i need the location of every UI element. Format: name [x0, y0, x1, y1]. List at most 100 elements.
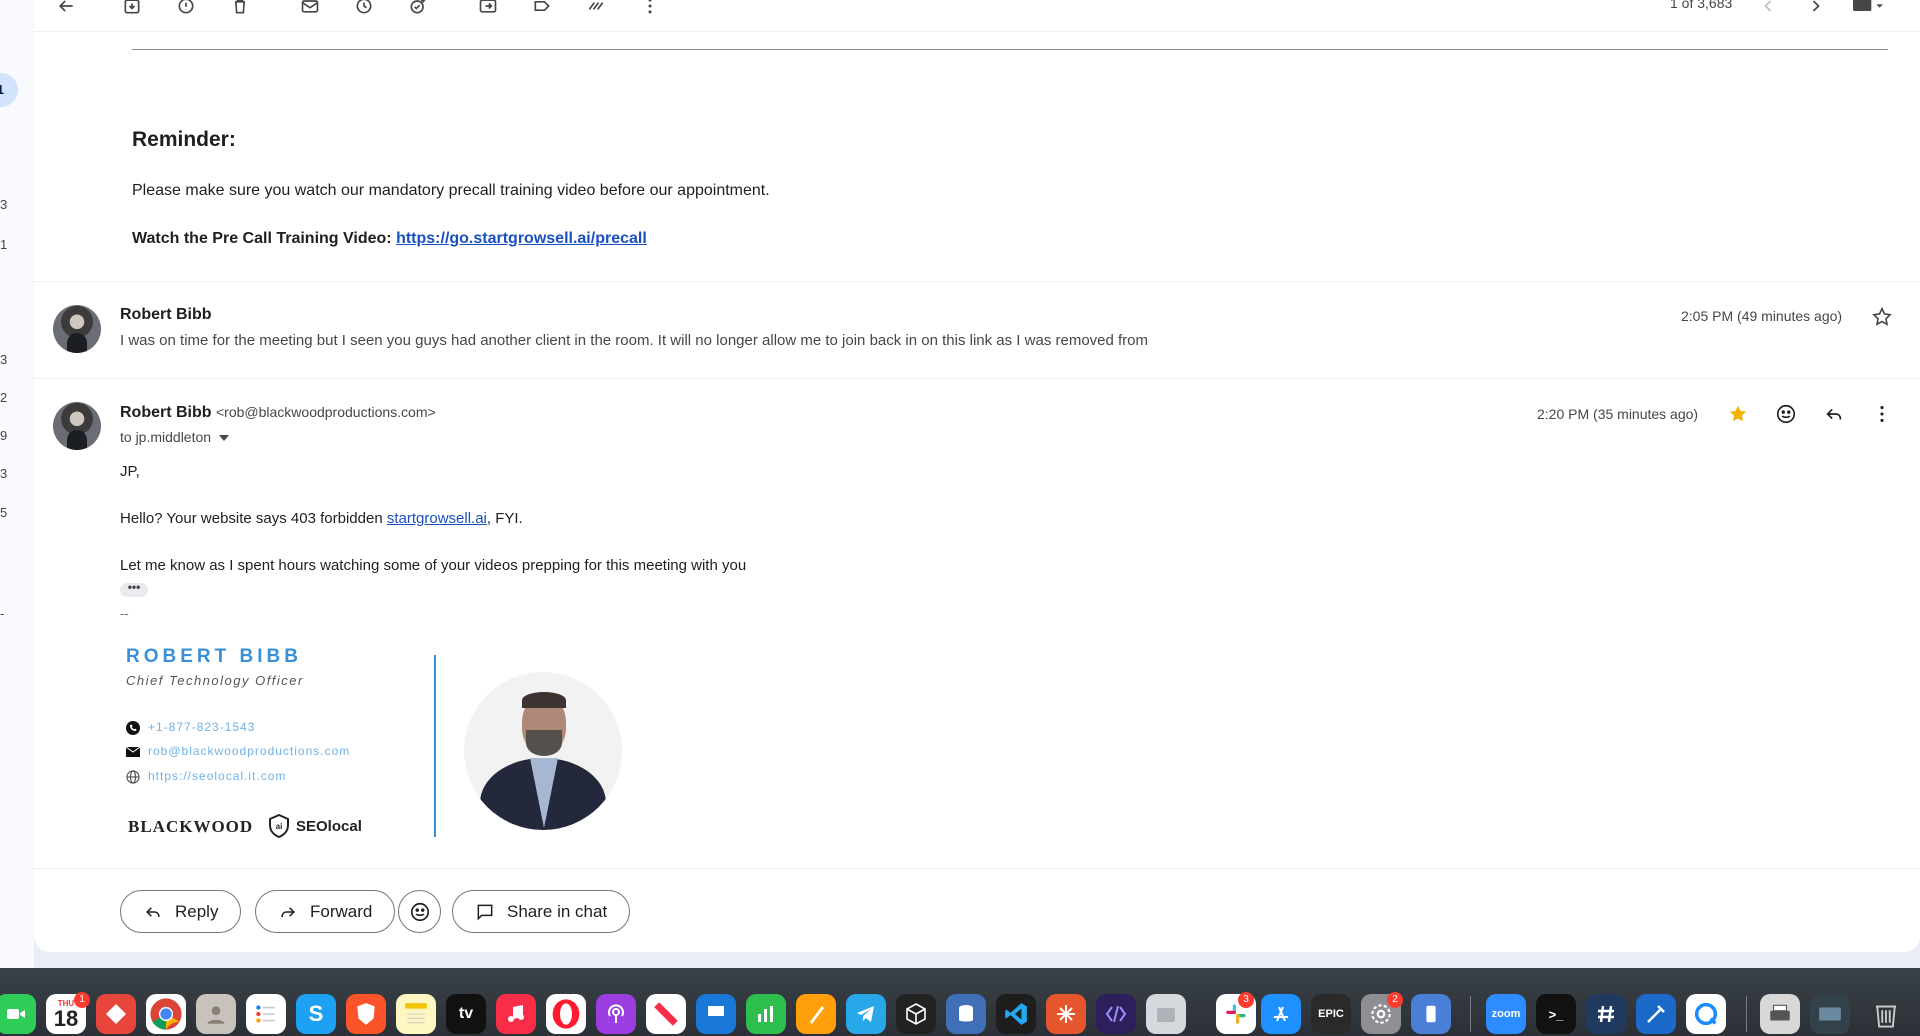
website-link[interactable]: startgrowsell.ai: [387, 510, 487, 527]
terminal-icon[interactable]: >_: [1536, 994, 1576, 1034]
more-vert-icon[interactable]: [638, 0, 662, 18]
body-line: Hello? Your website says 403 forbidden s…: [120, 510, 523, 527]
facetime-icon[interactable]: [0, 994, 36, 1034]
add-task-icon[interactable]: [406, 0, 430, 18]
chevron-right-icon[interactable]: [1804, 0, 1828, 18]
star-icon[interactable]: [1869, 304, 1895, 330]
numbers-icon[interactable]: [746, 994, 786, 1034]
quoted-divider: [132, 49, 1888, 50]
brave-icon[interactable]: [346, 994, 386, 1034]
mark-unread-icon[interactable]: [298, 0, 322, 18]
filter-icon[interactable]: [584, 0, 608, 18]
slack-badge: 3: [1238, 992, 1254, 1008]
sidebar-count: -: [0, 606, 5, 621]
more-vert-icon[interactable]: [1869, 401, 1895, 427]
sender-header[interactable]: Robert Bibb <rob@blackwoodproductions.co…: [120, 404, 436, 422]
chevron-down-icon[interactable]: [219, 435, 230, 442]
keyboard-icon[interactable]: [1848, 0, 1888, 18]
sender-name: Robert Bibb: [120, 404, 212, 421]
message-snippet[interactable]: I was on time for the meeting but I seen…: [120, 332, 1148, 349]
xcode-icon[interactable]: [1636, 994, 1676, 1034]
keynote-icon[interactable]: [696, 994, 736, 1034]
sidebar-count: 2: [0, 390, 8, 405]
chrome-icon[interactable]: [146, 994, 186, 1034]
snooze-icon[interactable]: [352, 0, 376, 18]
desktop-preview-icon[interactable]: [1810, 994, 1850, 1034]
signature-role: Chief Technology Officer: [126, 673, 304, 688]
chat-icon: [477, 904, 493, 920]
database-app-icon[interactable]: [946, 994, 986, 1034]
body-text: , FYI.: [486, 510, 523, 527]
apple-tv-icon[interactable]: tv: [446, 994, 486, 1034]
pages-icon[interactable]: [796, 994, 836, 1034]
emoji-icon: [410, 902, 429, 921]
notes-icon[interactable]: [396, 994, 436, 1034]
claude-icon[interactable]: [1046, 994, 1086, 1034]
star-filled-icon[interactable]: [1725, 401, 1751, 427]
emoji-button[interactable]: [398, 890, 441, 933]
app-store-icon[interactable]: [1261, 994, 1301, 1034]
reply-label: Reply: [175, 901, 219, 921]
code-editor-icon[interactable]: [1096, 994, 1136, 1034]
trash-icon[interactable]: [1866, 994, 1906, 1034]
seolocal-mark: ai: [276, 822, 283, 831]
settings-badge: 2: [1387, 992, 1403, 1008]
opera-icon[interactable]: [546, 994, 586, 1034]
printer-icon[interactable]: [1760, 994, 1800, 1034]
seolocal-logo-text: SEOlocal: [296, 817, 362, 835]
git-app-icon[interactable]: [96, 994, 136, 1034]
epic-games-label: EPIC: [1318, 1008, 1344, 1020]
message-divider: [34, 868, 1920, 869]
delete-icon[interactable]: [228, 0, 252, 18]
report-spam-icon[interactable]: [174, 0, 198, 18]
reply-button[interactable]: Reply: [120, 890, 242, 933]
epic-games-icon[interactable]: EPIC: [1311, 994, 1351, 1034]
shield-icon: ai: [269, 814, 289, 838]
chevron-left-icon[interactable]: [1756, 0, 1780, 18]
podcasts-icon[interactable]: [596, 994, 636, 1034]
avatar[interactable]: [53, 402, 101, 450]
folder-app-icon[interactable]: [1146, 994, 1186, 1034]
sidebar-count: 3: [0, 466, 8, 481]
reply-icon[interactable]: [1821, 401, 1847, 427]
recipient-line[interactable]: to jp.middleton: [120, 429, 230, 445]
telegram-icon[interactable]: [846, 994, 886, 1034]
contacts-icon[interactable]: [196, 994, 236, 1034]
simulator-icon[interactable]: [1411, 994, 1451, 1034]
forward-icon: [281, 906, 295, 917]
back-arrow-icon[interactable]: [54, 0, 78, 18]
forward-button[interactable]: Forward: [255, 890, 396, 933]
calendar-badge: 1: [74, 992, 90, 1008]
vscode-icon[interactable]: [996, 994, 1036, 1034]
archive-icon[interactable]: [120, 0, 144, 18]
signature-photo: [464, 672, 622, 830]
cube-app-icon[interactable]: [896, 994, 936, 1034]
calendar-date: 18: [53, 1005, 79, 1031]
sender-name[interactable]: Robert Bibb: [120, 306, 212, 324]
signature-email-text: rob@blackwoodproductions.com: [148, 744, 351, 758]
sidebar-count: 5: [0, 505, 8, 520]
avatar[interactable]: [53, 305, 101, 353]
label-icon[interactable]: [530, 0, 554, 18]
pager-count: 1 of 3,683: [1670, 0, 1733, 11]
signature-phone-text: +1-877-823-1543: [148, 720, 256, 734]
message-toolbar: 1 of 3,683: [34, 0, 1920, 32]
music-icon[interactable]: [496, 994, 536, 1034]
skype-icon[interactable]: S: [296, 994, 336, 1034]
emoji-react-icon[interactable]: [1773, 401, 1799, 427]
signature-website-text: https://seolocal.it.com: [148, 769, 287, 783]
left-sidebar: 1 3 1 3 2 9 3 5 -: [0, 0, 34, 968]
dock-separator: [1746, 996, 1747, 1032]
show-trimmed-content-button[interactable]: •••: [120, 581, 148, 597]
hashtag-app-icon[interactable]: [1586, 994, 1626, 1034]
zoom-icon[interactable]: zoom: [1486, 994, 1526, 1034]
sidebar-count: 3: [0, 197, 8, 212]
reminders-icon[interactable]: [246, 994, 286, 1034]
move-to-icon[interactable]: [476, 0, 500, 18]
quicktime-icon[interactable]: [1686, 994, 1726, 1034]
sidebar-active-item[interactable]: 1: [0, 73, 18, 107]
precall-link[interactable]: https://go.startgrowsell.ai/precall: [396, 230, 647, 247]
share-in-chat-button[interactable]: Share in chat: [452, 890, 631, 933]
reminder-link-label: Watch the Pre Call Training Video:: [132, 230, 392, 247]
news-icon[interactable]: [646, 994, 686, 1034]
